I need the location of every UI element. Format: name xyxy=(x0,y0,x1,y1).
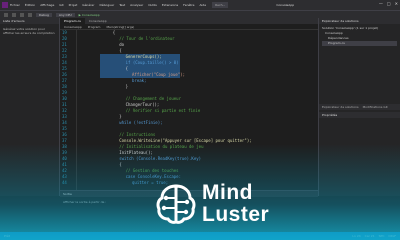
brand-line-1: Mind xyxy=(202,181,253,204)
line-number: 44 xyxy=(62,180,67,185)
menu-item[interactable]: Affichage xyxy=(40,3,54,7)
code-line: { xyxy=(125,66,129,71)
code-line: break; xyxy=(132,78,147,83)
line-number: 37 xyxy=(62,138,67,143)
error-list-panel: Liste d'erreurs Générez votre solution p… xyxy=(0,18,60,196)
code-line: switch (Console.ReadKey(true).Key) xyxy=(119,156,202,161)
window-title: ConsoleApp xyxy=(276,3,295,7)
menu-item[interactable]: Git xyxy=(59,3,63,7)
menu-item[interactable]: Fichier xyxy=(10,3,20,7)
menu-item[interactable]: Générer xyxy=(82,3,94,7)
line-number: 32 xyxy=(62,108,67,113)
line-number: 40 xyxy=(62,156,67,161)
status-eol: CRLF xyxy=(388,234,396,238)
line-number: 20 xyxy=(62,36,67,41)
back-button[interactable] xyxy=(4,12,8,17)
save-button[interactable] xyxy=(20,12,24,17)
line-number: 24 xyxy=(62,60,67,65)
nav-class-dropdown[interactable]: Program xyxy=(88,24,101,29)
menu-item[interactable]: Outils xyxy=(148,3,157,7)
code-line: // Tour de l'ordinateur xyxy=(119,36,175,41)
run-button[interactable]: ▶ ConsoleApp xyxy=(79,13,100,17)
line-number: 43 xyxy=(62,174,67,179)
properties-title: Propriétés xyxy=(319,112,400,118)
line-number: 19 xyxy=(62,30,67,35)
status-text: Prêt xyxy=(4,234,10,238)
close-button[interactable]: ✕ xyxy=(395,1,398,6)
code-line: if (Coup.taille() > 0) xyxy=(125,60,179,65)
line-number: 34 xyxy=(62,120,67,125)
menu-item[interactable]: Test xyxy=(119,3,125,7)
line-number: 35 xyxy=(62,126,67,131)
line-number-gutter: 19 20 21 22 23 24 25 26 27 28 29 30 31 32 33 34 35 36 37 38… xyxy=(60,30,77,190)
status-col: Car 21 xyxy=(364,234,375,238)
tab-git-changes[interactable]: Modifications Git xyxy=(363,105,388,109)
status-indent: SPC xyxy=(378,234,385,238)
right-panel-tabs: Explorateur de solutions Modifications G… xyxy=(319,104,400,110)
line-number: 23 xyxy=(62,54,67,59)
line-number: 33 xyxy=(62,114,67,119)
solution-tree: Solution 'ConsoleApp' (1 sur 1 projet) C… xyxy=(319,24,400,48)
menu-item[interactable]: Analyser xyxy=(130,3,143,7)
visual-studio-logo-icon xyxy=(2,2,8,8)
tree-node-program[interactable]: Program.cs xyxy=(322,41,397,46)
tab-solution-explorer[interactable]: Explorateur de solutions xyxy=(322,105,359,109)
line-number: 39 xyxy=(62,150,67,155)
code-line: } xyxy=(125,84,129,89)
search-box[interactable]: Rech... xyxy=(212,2,229,8)
brain-circuit-icon xyxy=(156,184,196,224)
config-dropdown[interactable]: Debug xyxy=(36,12,52,17)
platform-dropdown[interactable]: Any CPU xyxy=(55,12,75,17)
line-number: 25 xyxy=(62,66,67,71)
nav-project-dropdown[interactable]: ConsoleApp xyxy=(64,24,82,29)
line-number: 28 xyxy=(62,84,67,89)
toolbar: Debug Any CPU ▶ ConsoleApp xyxy=(0,10,400,18)
line-number: 30 xyxy=(62,96,67,101)
menu-item[interactable]: Édition xyxy=(25,3,35,7)
line-number: 31 xyxy=(62,102,67,107)
menu-item[interactable]: Fenêtre xyxy=(183,3,194,7)
minimize-button[interactable]: — xyxy=(379,1,383,6)
menu-item[interactable]: Extensions xyxy=(162,3,178,7)
line-number: 42 xyxy=(62,168,67,173)
line-number: 38 xyxy=(62,144,67,149)
code-line: { xyxy=(112,30,116,35)
code-line: // Verifier si partie est finie xyxy=(125,108,201,113)
title-bar: Fichier Édition Affichage Git Projet Générer D… xyxy=(0,0,400,10)
code-line: while (!estFinie); xyxy=(119,120,163,125)
status-line: Ln 24 xyxy=(352,234,361,238)
panel-body-text: Générez votre solution pour afficher les… xyxy=(3,27,55,35)
solution-explorer-panel: Explorateur de solutions Solution 'Conso… xyxy=(318,18,400,196)
maximize-button[interactable]: □ xyxy=(387,1,391,6)
line-number: 27 xyxy=(62,78,67,83)
menu-item[interactable]: Déboguer xyxy=(99,3,114,7)
menu-item[interactable]: Projet xyxy=(69,3,78,7)
window-controls: — □ ✕ xyxy=(379,1,398,6)
undo-button[interactable] xyxy=(28,12,32,17)
code-area[interactable]: {// Tour de l'ordinateur do{GenererCoups(… xyxy=(100,30,310,190)
line-number: 36 xyxy=(62,132,67,137)
code-editor[interactable]: 19 20 21 22 23 24 25 26 27 28 29 30 31 32 33 34 35 36 37 38… xyxy=(60,30,318,190)
menu-item[interactable]: Aide xyxy=(200,3,207,7)
nav-member-dropdown[interactable]: Main(string[] args) xyxy=(106,24,134,29)
status-bar: Prêt Ln 24 Car 21 SPC CRLF xyxy=(0,232,400,240)
line-number: 26 xyxy=(62,72,67,77)
menu-bar: Fichier Édition Affichage Git Projet Générer D… xyxy=(10,3,206,7)
line-number: 41 xyxy=(62,162,67,167)
brand-line-2: Luster xyxy=(202,203,270,226)
brand-watermark: Mind Luster xyxy=(150,178,270,232)
forward-button[interactable] xyxy=(12,12,16,17)
code-line: { xyxy=(119,48,122,53)
line-number: 29 xyxy=(62,90,67,95)
brand-name: Mind Luster xyxy=(202,182,269,226)
line-number: 21 xyxy=(62,42,67,47)
code-line: { xyxy=(119,162,122,167)
line-number: 22 xyxy=(62,48,67,53)
